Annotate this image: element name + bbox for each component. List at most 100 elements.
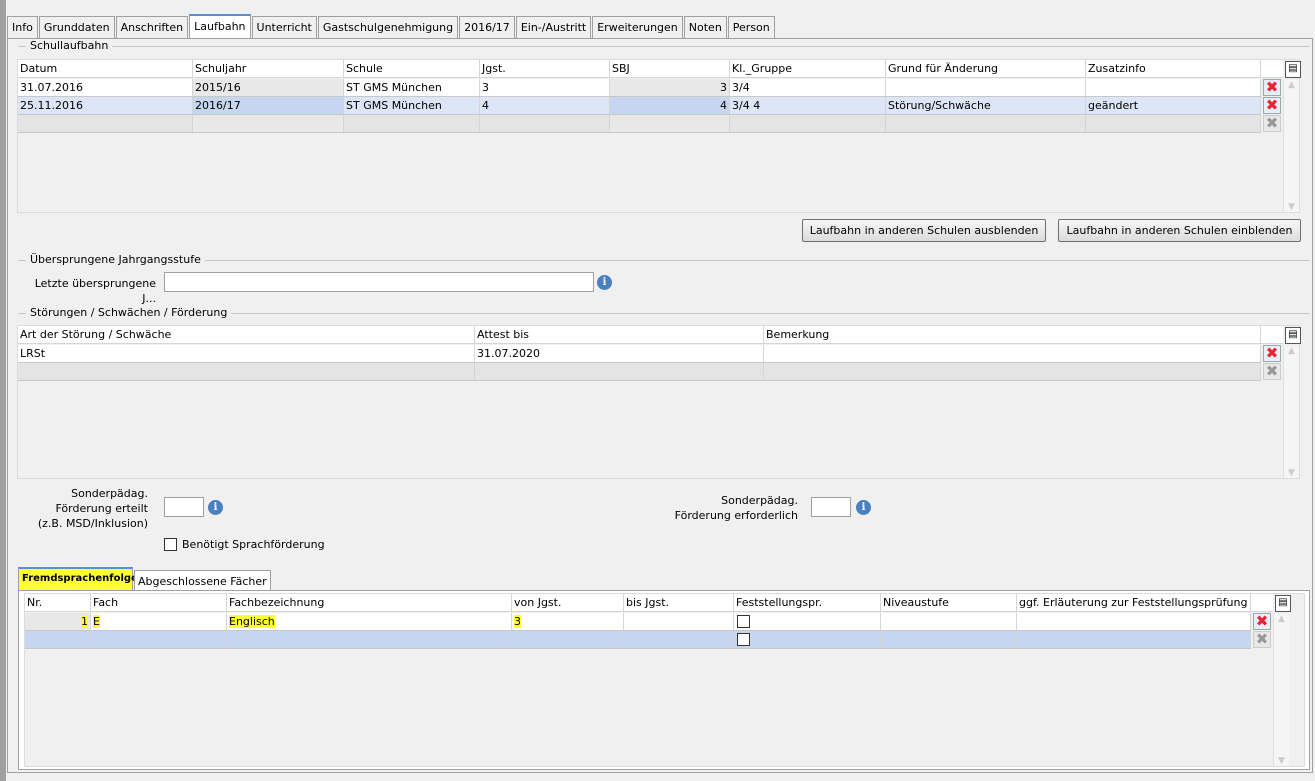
column-header[interactable]: Zusatzinfo [1086,60,1261,77]
vertical-scrollbar[interactable]: ▲ ▼ [1283,346,1299,478]
column-chooser-icon[interactable]: ▤ [1285,61,1301,78]
table-cell[interactable] [881,613,1017,630]
column-header[interactable]: von Jgst. [512,594,624,611]
table-cell[interactable] [610,115,730,132]
table-cell[interactable]: 4 [610,97,730,114]
column-chooser-icon[interactable]: ▤ [1275,595,1291,612]
column-chooser-icon[interactable]: ▤ [1285,327,1301,344]
info-icon[interactable]: i [208,500,223,515]
new-row[interactable] [18,363,1261,381]
info-icon[interactable]: i [856,500,871,515]
tab-anschriften[interactable]: Anschriften [115,16,189,38]
delete-row-icon[interactable]: ✖ [1263,363,1281,380]
column-header[interactable]: Fachbezeichnung [227,594,512,611]
column-header[interactable]: Nr. [25,594,91,611]
table-cell[interactable]: 3 [512,613,624,630]
info-icon[interactable]: i [597,275,612,290]
table-cell[interactable]: LRSt [18,345,475,362]
table-cell[interactable]: 3 [480,79,610,96]
table-cell[interactable] [512,631,624,648]
delete-row-icon[interactable]: ✖ [1263,345,1281,362]
tab-ein-austritt[interactable]: Ein-/Austritt [515,16,592,38]
table-cell[interactable]: Störung/Schwäche [886,97,1086,114]
table-cell[interactable]: 31.07.2020 [475,345,764,362]
column-header[interactable]: SBJ [610,60,730,77]
tab-person[interactable]: Person [727,16,775,38]
table-cell[interactable]: 3 [610,79,730,96]
table-cell[interactable]: geändert [1086,97,1261,114]
scroll-down-icon[interactable]: ▼ [1274,756,1289,766]
foerderung-erforderlich-input[interactable] [811,497,851,517]
column-header[interactable]: Art der Störung / Schwäche [18,326,475,343]
table-cell[interactable] [25,631,91,648]
table-cell[interactable] [881,631,1017,648]
table-cell[interactable] [734,631,881,648]
table-cell[interactable] [1086,115,1261,132]
subtab-fremdsprachenfolge[interactable]: Fremdsprachenfolge [18,567,138,591]
tab-erweiterungen[interactable]: Erweiterungen [592,16,683,38]
table-cell[interactable] [344,115,480,132]
column-header[interactable]: Datum [18,60,193,77]
table-row[interactable]: 1 E Englisch 3 [25,613,1251,631]
table-cell[interactable] [1017,613,1251,630]
vertical-scrollbar[interactable]: ▲ ▼ [1273,614,1289,766]
tab-grunddaten[interactable]: Grunddaten [38,16,115,38]
tab-noten[interactable]: Noten [683,16,727,38]
column-header[interactable]: Attest bis [475,326,764,343]
table-cell[interactable] [480,115,610,132]
table-cell[interactable]: 3/4 4 [730,97,886,114]
table-cell[interactable] [764,363,1261,380]
table-cell[interactable]: 4 [480,97,610,114]
table-cell[interactable]: E [91,613,227,630]
table-cell[interactable]: ST GMS München [344,79,480,96]
scroll-up-icon[interactable]: ▲ [1284,346,1299,356]
scroll-down-icon[interactable]: ▼ [1284,202,1299,212]
table-cell[interactable] [193,115,344,132]
scroll-up-icon[interactable]: ▲ [1274,614,1289,624]
table-row[interactable]: LRSt 31.07.2020 [18,345,1261,363]
column-header[interactable]: Fach [91,594,227,611]
schullaufbahn-grid[interactable]: Datum Schuljahr Schule Jgst. SBJ Kl._Gruppe Gr… [17,59,1301,213]
table-cell[interactable] [624,631,734,648]
column-header[interactable]: Grund für Änderung [886,60,1086,77]
delete-row-icon[interactable]: ✖ [1253,631,1271,648]
subtab-abgeschlossene-faecher[interactable]: Abgeschlossene Fächer [134,570,271,592]
column-header[interactable]: ggf. Erläuterung zur Feststellungsprüfun… [1017,594,1251,611]
table-cell[interactable]: 2015/16 [193,79,344,96]
checkbox[interactable] [737,615,750,628]
new-row[interactable] [25,631,1251,649]
vertical-scrollbar[interactable]: ▲ ▼ [1283,80,1299,212]
column-header[interactable]: Niveaustufe [881,594,1017,611]
skipped-input[interactable] [164,272,594,292]
table-row[interactable]: 25.11.2016 2016/17 ST GMS München 4 4 3/4 4 St… [18,97,1261,115]
tab-gastschulgenehmigung[interactable]: Gastschulgenehmigung [317,16,459,38]
table-cell[interactable] [886,79,1086,96]
fremdsprachen-grid[interactable]: Nr. Fach Fachbezeichnung von Jgst. bis Jgst.… [24,593,1305,767]
table-cell[interactable]: 3/4 [730,79,886,96]
scroll-up-icon[interactable]: ▲ [1284,80,1299,90]
table-cell[interactable]: 25.11.2016 [18,97,193,114]
tab-unterricht[interactable]: Unterricht [251,16,317,38]
scroll-down-icon[interactable]: ▼ [1284,468,1299,478]
new-row[interactable] [18,115,1261,133]
tab-info[interactable]: Info [7,16,38,38]
table-cell[interactable]: 31.07.2016 [18,79,193,96]
table-cell[interactable]: 1 [25,613,91,630]
delete-row-icon[interactable]: ✖ [1263,97,1281,114]
checkbox[interactable] [737,633,750,646]
table-cell[interactable] [18,363,475,380]
table-row[interactable]: 31.07.2016 2015/16 ST GMS München 3 3 3/4 [18,79,1261,97]
delete-row-icon[interactable]: ✖ [1253,613,1271,630]
hide-other-schools-button[interactable]: Laufbahn in anderen Schulen ausblenden [802,219,1046,242]
show-other-schools-button[interactable]: Laufbahn in anderen Schulen einblenden [1058,219,1301,242]
column-header[interactable]: Jgst. [480,60,610,77]
table-cell[interactable] [91,631,227,648]
table-cell[interactable] [18,115,193,132]
tab-2016-17[interactable]: 2016/17 [459,16,515,38]
column-header[interactable]: Kl._Gruppe [730,60,886,77]
table-cell[interactable] [1017,631,1251,648]
table-cell[interactable] [624,613,734,630]
table-cell[interactable] [1086,79,1261,96]
tab-laufbahn[interactable]: Laufbahn [189,14,251,38]
column-header[interactable]: Feststellungspr. [734,594,881,611]
